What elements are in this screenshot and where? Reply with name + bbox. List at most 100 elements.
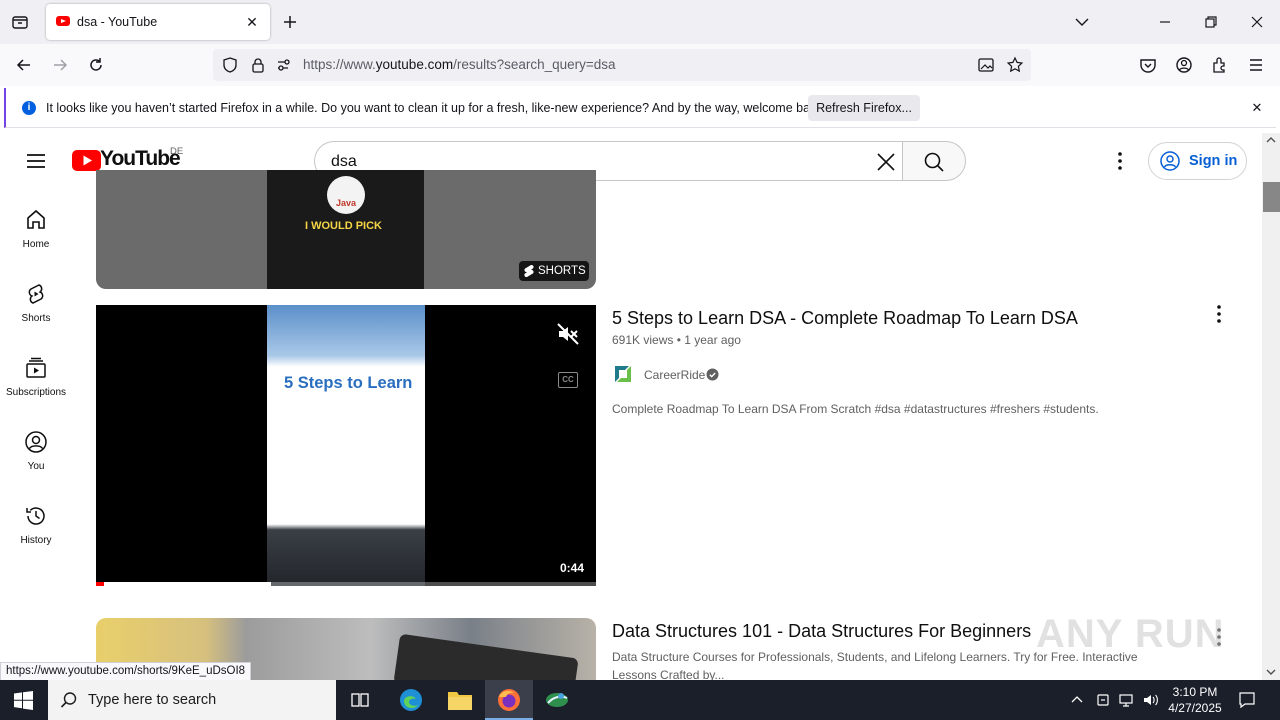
sidebar-item-shorts[interactable]: Shorts [0,282,72,324]
file-explorer-app-icon[interactable] [447,689,473,711]
close-notification-icon[interactable]: ✕ [1248,99,1266,117]
permissions-icon[interactable] [275,56,293,74]
taskbar-search[interactable]: Type here to search [48,680,336,720]
taskbar-search-placeholder: Type here to search [88,692,217,708]
sign-in-label: Sign in [1189,153,1238,169]
country-code: DE [170,146,184,157]
video-description-1: Complete Roadmap To Learn DSA From Scrat… [612,402,1099,416]
anyrun-watermark: ANY RUN [1036,612,1225,657]
view-count: 691K views [612,333,674,347]
account-icon[interactable] [1174,55,1194,75]
taskbar-search-icon [60,691,78,709]
tab-bar: dsa - YouTube ✕ [0,0,1280,44]
address-bar[interactable]: https://www.youtube.com/results?search_q… [213,49,1031,81]
video-thumbnail-1[interactable]: 5 Steps to Learn CC 0:44 [96,305,596,586]
youtube-logo-text[interactable]: YouTube [100,147,181,171]
tracking-protection-shield-icon[interactable] [221,56,239,74]
extensions-icon[interactable] [1210,55,1230,75]
shorts-badge-label: SHORTS [538,265,586,277]
pocket-icon[interactable] [1138,55,1158,75]
url-path: /results?search_query=dsa [453,57,616,72]
video-title-2[interactable]: Data Structures 101 - Data Structures Fo… [612,621,1031,642]
java-badge: Java [327,176,365,214]
sidebar-item-home[interactable]: Home [0,208,72,250]
upload-age: 1 year ago [684,333,741,347]
close-window-icon[interactable] [1247,12,1267,32]
search-input[interactable]: dsa [331,153,357,171]
reload-icon[interactable] [86,55,106,75]
shorts-thumbnail[interactable]: Java I WOULD PICK SHORTS [96,170,596,289]
history-icon [26,507,45,525]
url-prefix: https://www. [303,57,376,72]
subscriptions-icon [26,357,46,378]
edge-app-icon[interactable] [398,687,424,713]
back-icon[interactable] [14,55,34,75]
settings-more-icon[interactable] [1108,149,1132,173]
clear-search-icon[interactable] [875,151,897,173]
security-tray-icon[interactable] [1095,692,1111,708]
status-link-url: https://www.youtube.com/shorts/9KeE_uDsO… [0,662,252,681]
taskbar-clock[interactable]: 3:10 PM 4/27/2025 [1165,684,1225,716]
refresh-firefox-notification: i It looks like you haven’t started Fire… [4,88,1276,128]
list-all-tabs-icon[interactable] [1072,12,1092,32]
sidebar-item-history[interactable]: History [0,504,72,546]
scrollbar-thumb[interactable] [1263,182,1280,212]
tab-title: dsa - YouTube [77,15,158,29]
channel-avatar[interactable] [612,364,634,384]
sidebar-item-you[interactable]: You [0,430,72,472]
app-menu-icon[interactable] [1246,55,1266,75]
info-icon: i [22,101,36,115]
mute-icon[interactable] [556,322,580,346]
sidebar-label-subscriptions: Subscriptions [5,387,67,398]
search-icon [923,151,945,173]
bookmark-star-icon[interactable] [1006,56,1024,74]
shorts-badge: SHORTS [519,261,589,281]
new-tab-icon[interactable] [280,12,300,32]
forward-icon[interactable] [50,55,70,75]
tab-list-icon[interactable] [10,12,30,32]
video-meta-1: 691K views • 1 year ago [612,333,741,347]
scroll-up-icon[interactable] [1266,136,1276,144]
picture-icon[interactable] [977,56,995,74]
shorts-badge-icon [524,265,534,277]
sidebar-label-you: You [27,461,45,472]
lock-icon[interactable] [249,56,267,74]
start-windows-icon[interactable] [14,691,33,710]
network-tray-icon[interactable] [1118,692,1136,708]
progress-track[interactable] [96,582,596,586]
tab-youtube[interactable]: dsa - YouTube ✕ [46,4,270,40]
close-tab-icon[interactable]: ✕ [242,12,262,32]
restore-icon[interactable] [1201,12,1221,32]
shorts-icon [28,284,44,304]
anyrun-app-icon[interactable] [544,687,570,713]
video-action-menu-icon-1[interactable] [1207,302,1231,326]
minimize-icon[interactable] [1155,12,1175,32]
show-hidden-icons-icon[interactable] [1070,693,1084,707]
guide-menu-icon[interactable] [24,149,48,173]
firefox-app-icon [498,689,520,711]
page-scrollbar[interactable] [1262,133,1280,680]
progress-played [96,582,104,586]
volume-tray-icon[interactable] [1142,692,1160,708]
refresh-firefox-button[interactable]: Refresh Firefox... [808,95,920,121]
channel-name[interactable]: CareerRide [644,368,705,382]
navigation-toolbar: https://www.youtube.com/results?search_q… [0,44,1280,86]
captions-icon[interactable]: CC [558,372,578,388]
shorts-thumb-text: I WOULD PICK [305,220,382,232]
windows-taskbar: Type here to search 3:10 PM 4/27/2025 [0,680,1280,720]
task-view-icon[interactable] [350,690,370,710]
verified-badge-icon [706,368,719,381]
scroll-down-icon[interactable] [1266,668,1276,676]
clock-date: 4/27/2025 [1168,701,1222,715]
search-button[interactable] [902,141,966,181]
sidebar-item-subscriptions[interactable]: Subscriptions [0,356,72,398]
url-text[interactable]: https://www.youtube.com/results?search_q… [303,57,616,72]
java-text: Java [335,198,357,208]
notifications-icon[interactable] [1238,691,1256,709]
firefox-app-active[interactable] [485,680,533,720]
video-title-1[interactable]: 5 Steps to Learn DSA - Complete Roadmap … [612,308,1078,329]
sidebar-label-history: History [20,535,52,546]
youtube-logo-icon[interactable] [72,150,101,171]
sign-in-button[interactable]: Sign in [1148,142,1247,180]
notification-message: It looks like you haven’t started Firefo… [46,101,827,115]
